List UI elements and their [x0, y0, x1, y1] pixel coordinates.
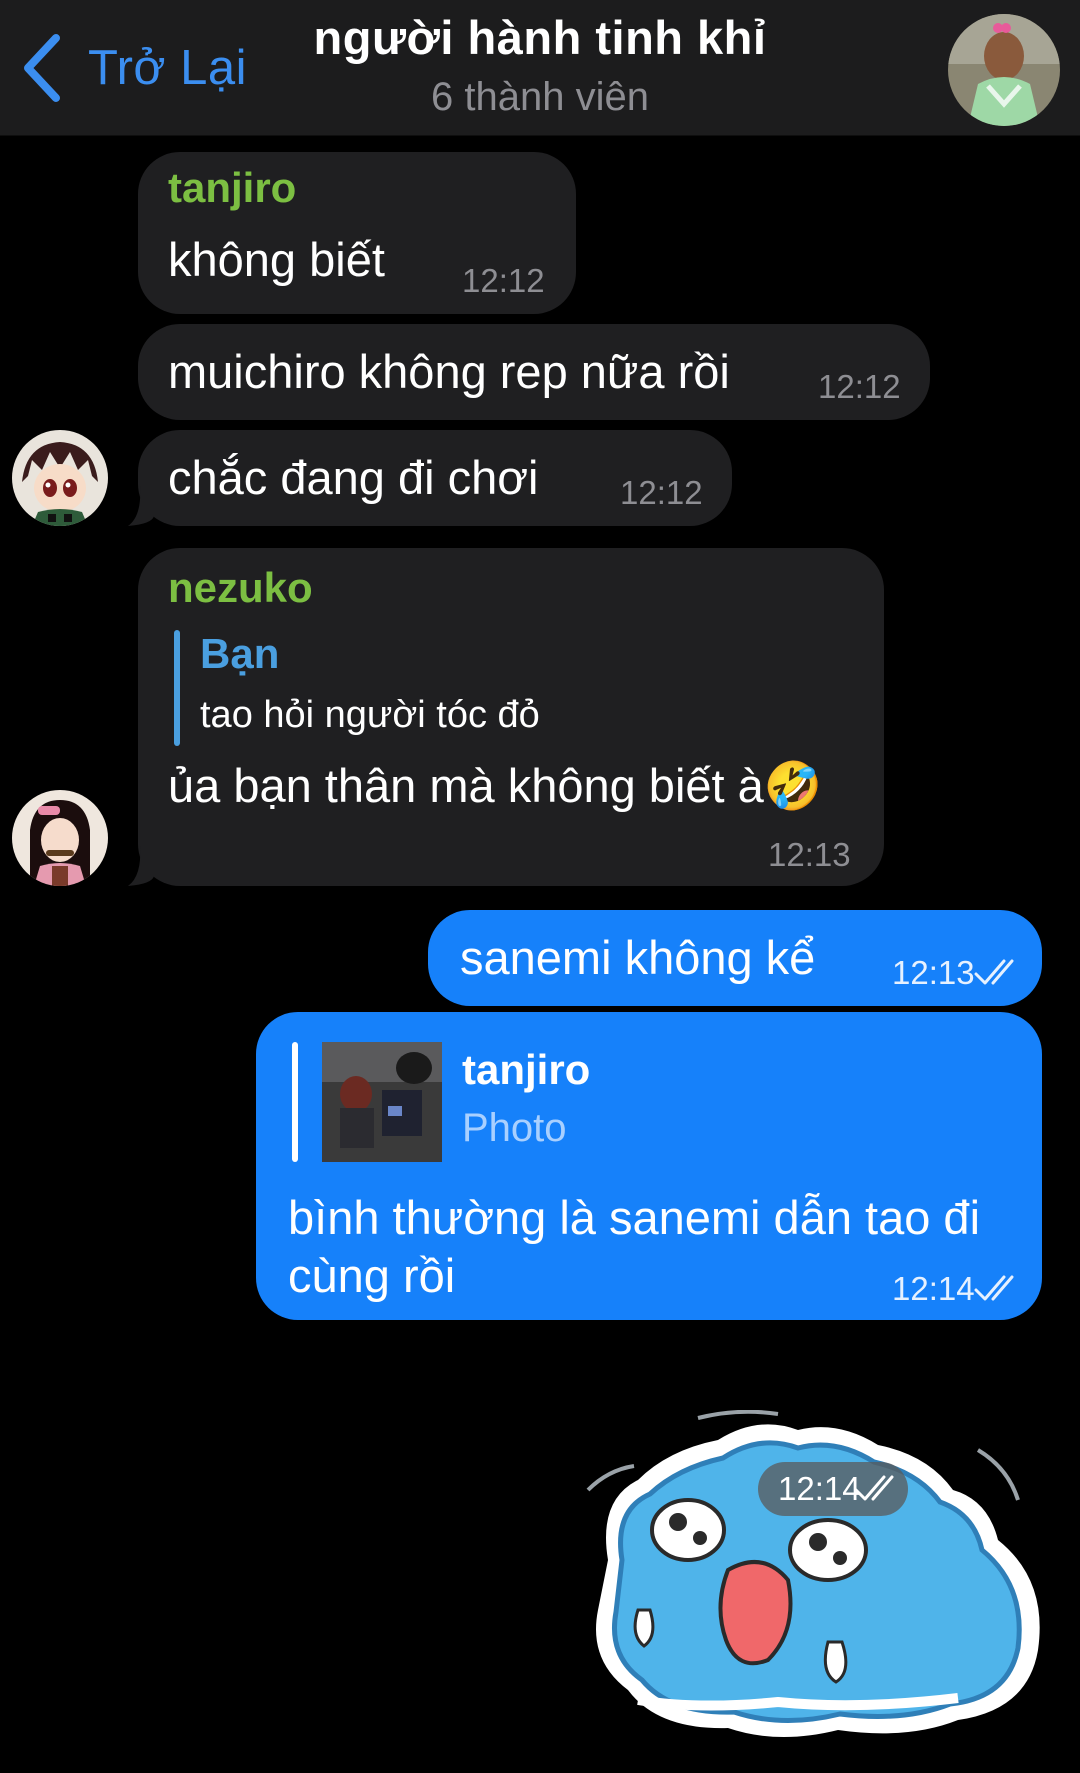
- message-text: chắc đang đi chơi: [168, 451, 539, 504]
- message-text-line: cùng rồi: [288, 1249, 456, 1302]
- message-time: 12:13: [768, 836, 851, 873]
- avatar-nezuko[interactable]: [12, 790, 108, 886]
- message-text: sanemi không kể: [460, 931, 816, 984]
- message-time: 12:13: [892, 954, 975, 991]
- message-time: 12:12: [818, 368, 901, 405]
- chat-title-area[interactable]: người hành tinh khỉ 6 thành viên: [240, 8, 840, 122]
- group-avatar-image: [948, 14, 1060, 126]
- message-time: 12:14: [892, 1270, 975, 1307]
- reply-bar: [174, 630, 180, 746]
- read-double-check-icon: [974, 959, 1014, 985]
- photo-thumbnail-image: [322, 1042, 442, 1162]
- read-double-check-icon: [974, 1275, 1014, 1301]
- reply-text: tao hỏi người tóc đỏ: [200, 694, 540, 736]
- back-label: Trở Lại: [88, 41, 248, 95]
- sticker-message[interactable]: 12:14: [578, 1409, 1060, 1750]
- group-avatar[interactable]: [948, 14, 1060, 126]
- back-button[interactable]: Trở Lại: [22, 28, 247, 108]
- nezuko-avatar-image: [12, 790, 108, 886]
- bubble-tail: [128, 846, 154, 886]
- chat-header: Trở Lại người hành tinh khỉ 6 thành viên: [0, 0, 1080, 136]
- reply-photo-thumbnail: [322, 1042, 442, 1162]
- avatar-tanjiro[interactable]: [12, 430, 108, 526]
- member-count: 6 thành viên: [431, 75, 649, 119]
- reply-author: tanjiro: [462, 1046, 591, 1093]
- read-double-check-icon: [854, 1475, 894, 1501]
- message-time: 12:14: [778, 1470, 861, 1507]
- message-text-line: bình thường là sanemi dẫn tao đi: [288, 1191, 981, 1244]
- message-text: muichiro không rep nữa rồi: [168, 345, 730, 398]
- sender-name[interactable]: nezuko: [168, 564, 313, 612]
- message-text: ủa bạn thân mà không biết à🤣: [168, 759, 823, 812]
- message-time: 12:12: [620, 474, 703, 511]
- reply-bar: [292, 1042, 298, 1162]
- tanjiro-avatar-image: [12, 430, 108, 526]
- reply-text: Photo: [462, 1106, 567, 1150]
- sender-name[interactable]: tanjiro: [168, 164, 296, 212]
- reply-author: Bạn: [200, 630, 280, 677]
- message-time: 12:12: [462, 262, 545, 299]
- chat-title: người hành tinh khỉ: [313, 11, 767, 64]
- message-text: không biết: [168, 233, 385, 286]
- crying-blue-cat-sticker: [586, 1409, 1040, 1738]
- chevron-left-icon: [24, 34, 60, 102]
- bubble-tail: [128, 486, 154, 526]
